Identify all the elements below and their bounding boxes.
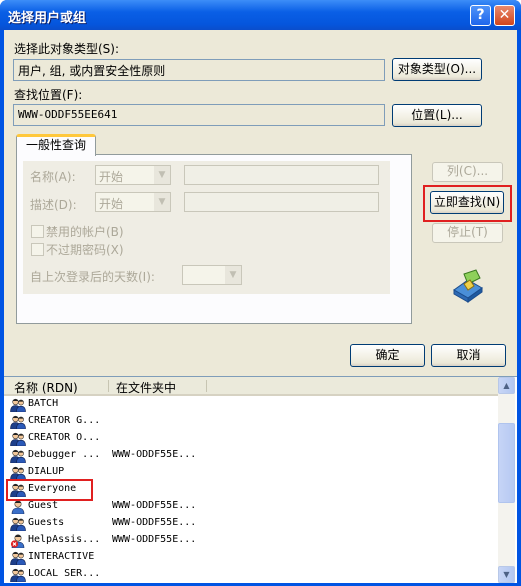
close-button[interactable]: ✕	[494, 5, 515, 26]
object-type-label: 选择此对象类型(S):	[14, 42, 120, 56]
disabled-accounts-label: 禁用的帐户(B)	[46, 225, 124, 239]
list-header: 名称 (RDN) 在文件夹中	[4, 377, 498, 396]
description-label: 描述(D):	[30, 198, 77, 212]
help-button[interactable]: ?	[470, 5, 491, 26]
column-divider[interactable]	[108, 380, 109, 392]
dialog-window: 选择用户或组 ? ✕ 选择此对象类型(S): 用户, 组, 或内置安全性原则 对…	[0, 0, 521, 586]
location-field: WWW-ODDF55EE641	[13, 104, 385, 126]
chevron-down-icon: ▼	[154, 193, 170, 211]
name-input[interactable]	[184, 165, 379, 185]
row-name: CREATOR G...	[28, 415, 101, 426]
column-header-folder[interactable]: 在文件夹中	[116, 379, 176, 396]
chevron-down-icon: ▼	[154, 166, 170, 184]
list-item[interactable]: LOCAL SER...	[4, 566, 498, 583]
tab-common-queries[interactable]: 一般性查询	[16, 134, 96, 156]
group-icon	[10, 449, 26, 463]
row-name: HelpAssis...	[28, 534, 101, 545]
ok-button[interactable]: 确定	[350, 344, 425, 367]
row-name: Guest	[28, 500, 59, 511]
scroll-thumb[interactable]	[498, 423, 515, 503]
description-input[interactable]	[184, 192, 379, 212]
row-name: Debugger ...	[28, 449, 101, 460]
non-expiring-password-label: 不过期密码(X)	[46, 243, 124, 257]
description-mode-value: 开始	[99, 197, 124, 211]
list-item[interactable]: Guests WWW-ODDF55E...	[4, 515, 498, 532]
list-item[interactable]: Debugger ... WWW-ODDF55E...	[4, 447, 498, 464]
vertical-scrollbar[interactable]: ▲ ▼	[498, 377, 515, 583]
locations-button[interactable]: 位置(L)...	[392, 104, 482, 127]
list-item[interactable]: CREATOR G...	[4, 413, 498, 430]
object-types-button[interactable]: 对象类型(O)...	[392, 58, 482, 81]
disabled-user-icon	[10, 534, 25, 548]
group-icon	[10, 517, 26, 531]
description-mode-select[interactable]: 开始 ▼	[95, 192, 171, 212]
find-now-button[interactable]: 立即查找(N)	[430, 191, 504, 214]
columns-button[interactable]: 列(C)...	[432, 162, 503, 182]
user-icon	[11, 500, 25, 514]
highlight-box	[6, 479, 93, 501]
row-name: Guests	[28, 517, 65, 528]
scroll-up-button[interactable]: ▲	[498, 377, 515, 394]
window-title: 选择用户或组	[8, 11, 87, 26]
object-type-field: 用户, 组, 或内置安全性原则	[13, 59, 385, 81]
title-bar[interactable]: 选择用户或组 ? ✕	[0, 0, 521, 30]
name-mode-select[interactable]: 开始 ▼	[95, 165, 171, 185]
cancel-button[interactable]: 取消	[431, 344, 506, 367]
row-name: LOCAL SER...	[28, 568, 101, 579]
name-label: 名称(A):	[30, 170, 76, 184]
list-item[interactable]: INTERACTIVE	[4, 549, 498, 566]
group-icon	[10, 466, 26, 480]
row-name: BATCH	[28, 398, 59, 409]
search-flashlight-icon	[453, 269, 483, 303]
column-header-name[interactable]: 名称 (RDN)	[14, 379, 78, 396]
row-name: CREATOR O...	[28, 432, 101, 443]
row-folder: WWW-ODDF55E...	[112, 500, 197, 511]
list-item[interactable]: BATCH	[4, 396, 498, 413]
stop-button[interactable]: 停止(T)	[432, 223, 503, 243]
days-since-login-label: 自上次登录后的天数(I):	[30, 270, 155, 284]
column-divider[interactable]	[206, 380, 207, 392]
group-icon	[10, 551, 26, 565]
name-mode-value: 开始	[99, 170, 124, 184]
group-icon	[10, 568, 26, 582]
disabled-accounts-checkbox[interactable]	[31, 225, 44, 238]
location-label: 查找位置(F):	[14, 88, 83, 102]
row-folder: WWW-ODDF55E...	[112, 449, 197, 460]
row-name: DIALUP	[28, 466, 65, 477]
days-since-login-select[interactable]: ▼	[182, 265, 242, 285]
group-icon	[10, 432, 26, 446]
list-item[interactable]: CREATOR O...	[4, 430, 498, 447]
non-expiring-password-checkbox[interactable]	[31, 243, 44, 256]
group-icon	[10, 398, 26, 412]
row-name: INTERACTIVE	[28, 551, 95, 562]
row-folder: WWW-ODDF55E...	[112, 534, 197, 545]
scroll-down-button[interactable]: ▼	[498, 566, 515, 583]
group-icon	[10, 415, 26, 429]
chevron-down-icon: ▼	[225, 266, 241, 284]
row-folder: WWW-ODDF55E...	[112, 517, 197, 528]
list-item[interactable]: HelpAssis... WWW-ODDF55E...	[4, 532, 498, 549]
window-frame-right	[517, 30, 521, 586]
